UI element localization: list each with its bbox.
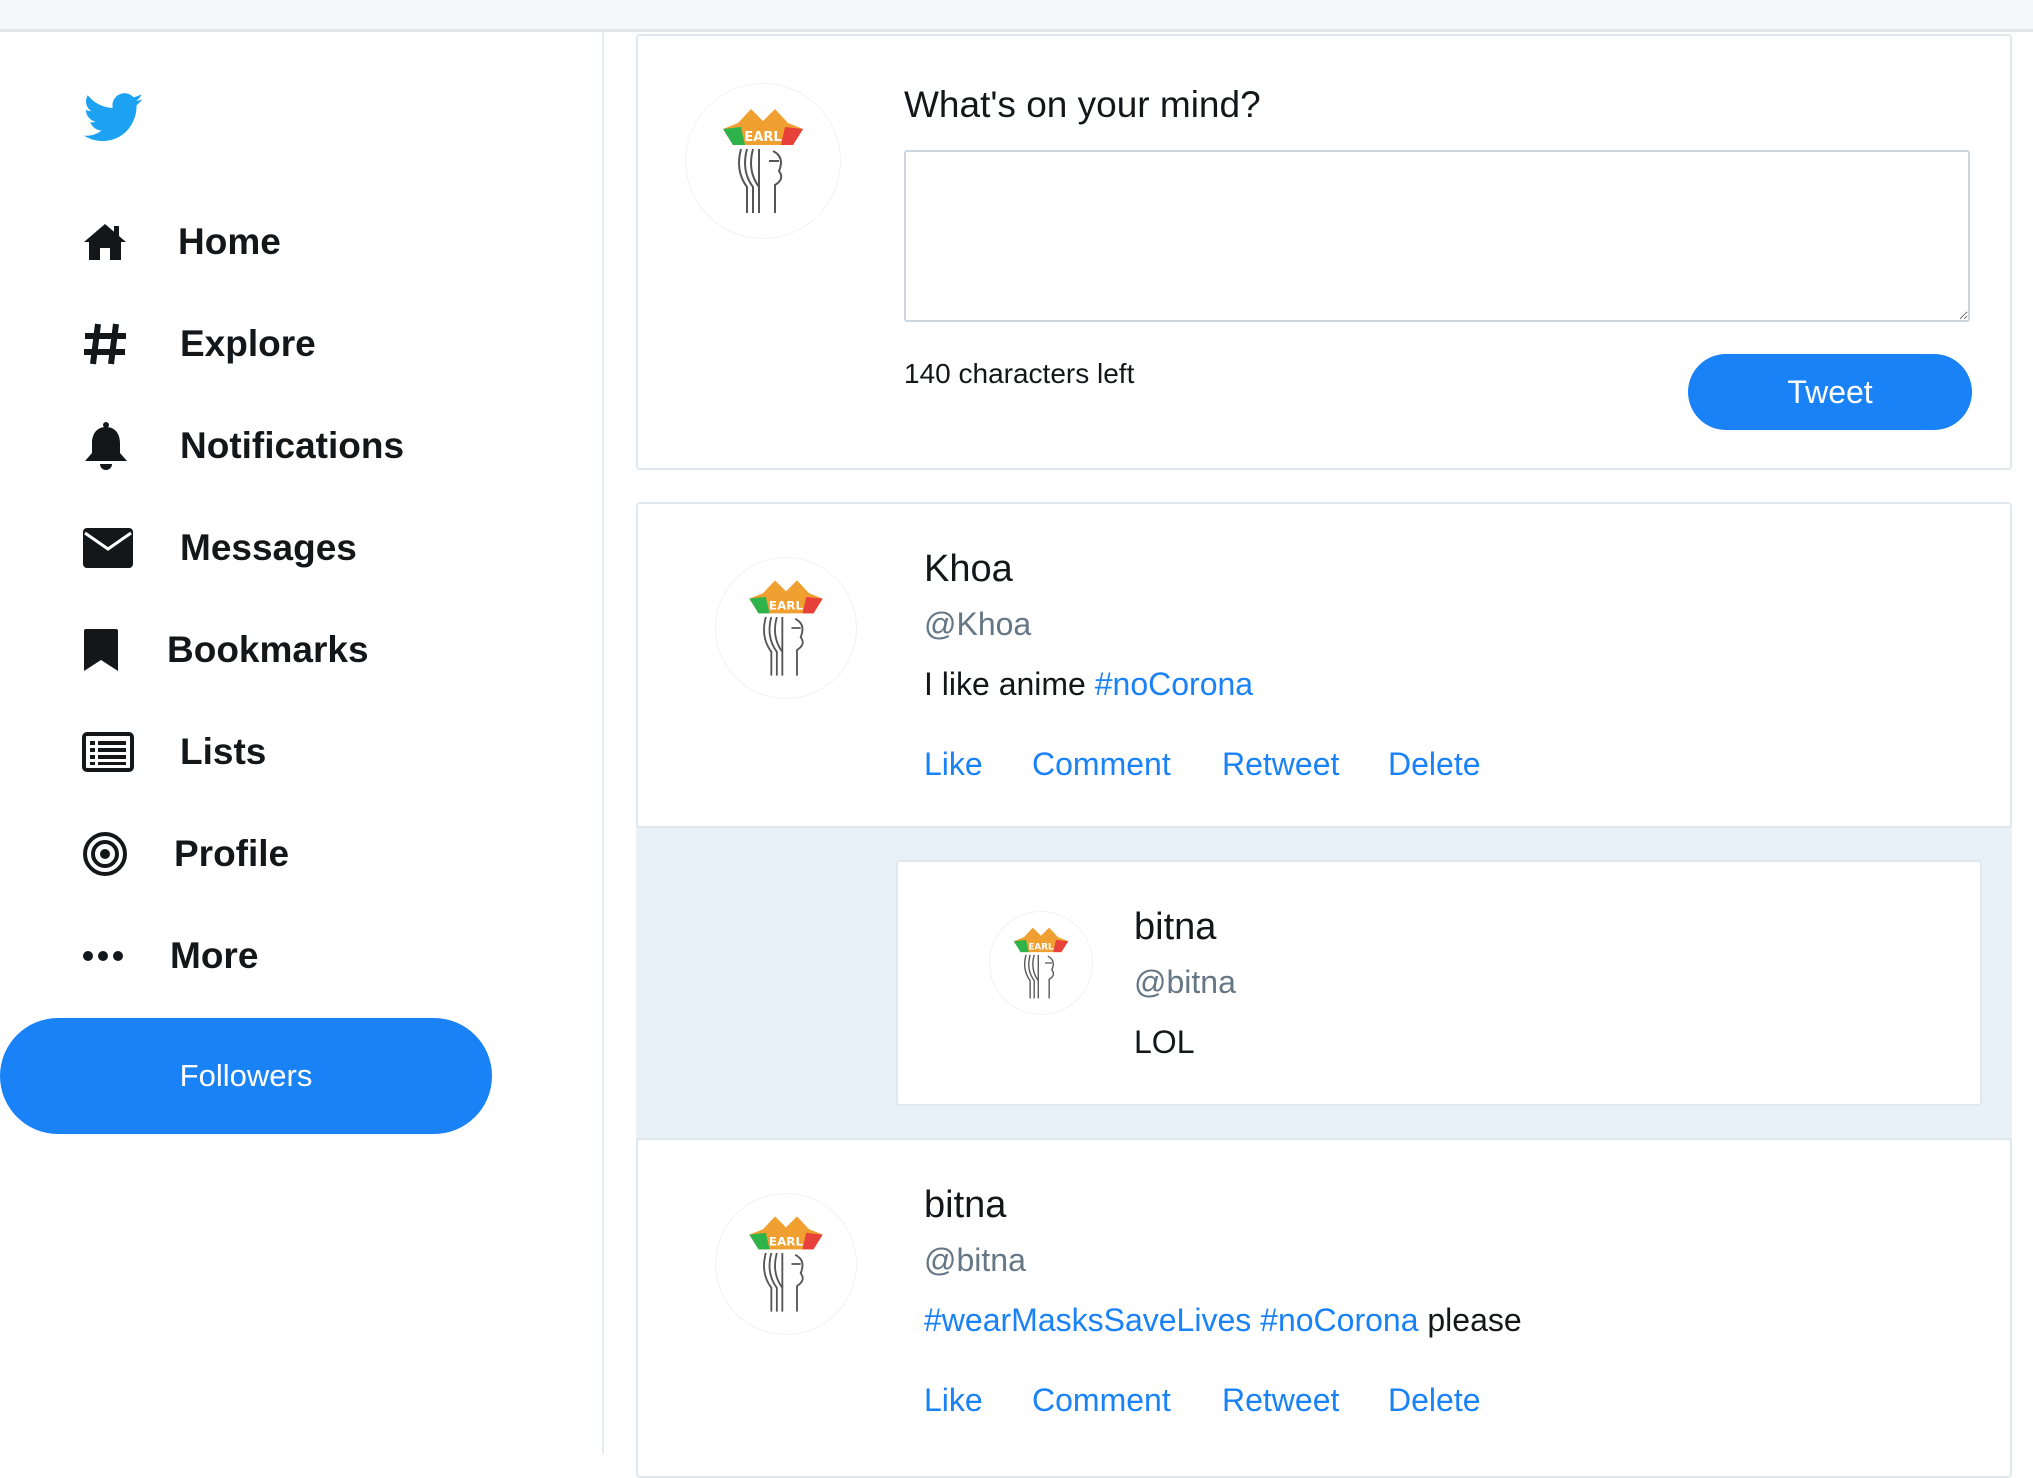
sidebar-item-label: Explore [180, 323, 316, 364]
list-icon [82, 726, 134, 778]
tweet-author-name[interactable]: Khoa [924, 548, 1013, 591]
like-button[interactable]: Like [924, 746, 983, 783]
earl-logo-icon: EARL [749, 1216, 823, 1312]
delete-button[interactable]: Delete [1388, 1382, 1481, 1419]
sidebar-item-label: Bookmarks [167, 629, 369, 670]
avatar[interactable]: EARL [716, 1194, 856, 1334]
tweet-text-plain: I like anime [924, 666, 1095, 702]
twitter-bird-icon[interactable] [83, 92, 144, 152]
retweet-button[interactable]: Retweet [1222, 1382, 1339, 1419]
tweet-author-handle[interactable]: @bitna [924, 1242, 1026, 1279]
tweet-text: I like anime #noCorona [924, 666, 1253, 703]
sidebar-item-messages[interactable]: Messages [82, 518, 502, 578]
sidebar-item-bookmarks[interactable]: Bookmarks [82, 620, 502, 680]
earl-logo-icon: EARL [1013, 927, 1069, 999]
earl-logo-icon: EARL [749, 580, 823, 676]
sidebar-item-home[interactable]: Home [82, 212, 502, 272]
tweet-button[interactable]: Tweet [1688, 354, 1972, 430]
followers-button[interactable]: Followers [0, 1018, 492, 1134]
comment-button[interactable]: Comment [1032, 1382, 1171, 1419]
sidebar-item-label: Home [178, 221, 281, 262]
sidebar-item-label: Lists [180, 731, 267, 772]
hashtag-icon [82, 318, 134, 370]
ellipsis-icon [82, 930, 134, 982]
tweet-author-name[interactable]: bitna [924, 1184, 1006, 1227]
svg-text:EARL: EARL [1028, 942, 1054, 952]
earl-logo-icon: EARL [723, 109, 803, 213]
reply-text: LOL [1134, 1024, 1195, 1060]
sidebar-item-explore[interactable]: Explore [82, 314, 502, 374]
sidebar-item-label: Messages [180, 527, 357, 568]
tweet-text-plain: please [1427, 1302, 1522, 1338]
envelope-icon [82, 522, 134, 574]
sidebar-item-label: Profile [174, 833, 290, 874]
sidebar-item-label: More [170, 935, 259, 976]
delete-button[interactable]: Delete [1388, 746, 1481, 783]
like-button[interactable]: Like [924, 1382, 983, 1419]
sidebar-item-label: Notifications [180, 425, 405, 466]
sidebar: Home Explore Notifications Messages Book… [0, 32, 604, 1454]
bell-icon [82, 420, 134, 472]
hashtag-link[interactable]: #noCorona [1260, 1302, 1418, 1338]
compose-prompt: What's on your mind? [904, 84, 1261, 125]
browser-top-bar [0, 0, 2033, 32]
tweet-card: EARL Khoa @Khoa I like anime #noCorona L… [636, 502, 2012, 828]
avatar[interactable]: EARL [686, 84, 840, 238]
sidebar-item-profile[interactable]: Profile [82, 824, 502, 884]
svg-text:EARL: EARL [744, 130, 781, 145]
compose-card: EARL What's on your mind? 140 characters… [636, 34, 2012, 470]
comment-button[interactable]: Comment [1032, 746, 1171, 783]
reply-author-handle[interactable]: @bitna [1134, 964, 1236, 1001]
tweet-text: #wearMasksSaveLives #noCorona please [924, 1302, 1522, 1339]
avatar[interactable]: EARL [990, 912, 1092, 1014]
characters-left: 140 characters left [904, 358, 1135, 389]
tweet-input[interactable] [904, 150, 1970, 322]
tweet-author-handle[interactable]: @Khoa [924, 606, 1031, 643]
sidebar-item-lists[interactable]: Lists [82, 722, 502, 782]
target-icon [82, 828, 134, 880]
svg-text:EARL: EARL [769, 599, 804, 613]
sidebar-item-more[interactable]: More [82, 926, 502, 986]
hashtag-link[interactable]: #wearMasksSaveLives [924, 1302, 1251, 1338]
sidebar-item-notifications[interactable]: Notifications [82, 416, 502, 476]
reply-author-name[interactable]: bitna [1134, 906, 1216, 949]
tweet-card: EARL bitna @bitna #wearMasksSaveLives #n… [636, 1138, 2012, 1478]
home-icon [82, 216, 134, 268]
svg-text:EARL: EARL [769, 1235, 804, 1249]
reply-card: EARL bitna @bitna LOL [896, 860, 1982, 1106]
bookmark-icon [82, 624, 134, 676]
hashtag-link[interactable]: #noCorona [1095, 666, 1253, 702]
retweet-button[interactable]: Retweet [1222, 746, 1339, 783]
avatar[interactable]: EARL [716, 558, 856, 698]
